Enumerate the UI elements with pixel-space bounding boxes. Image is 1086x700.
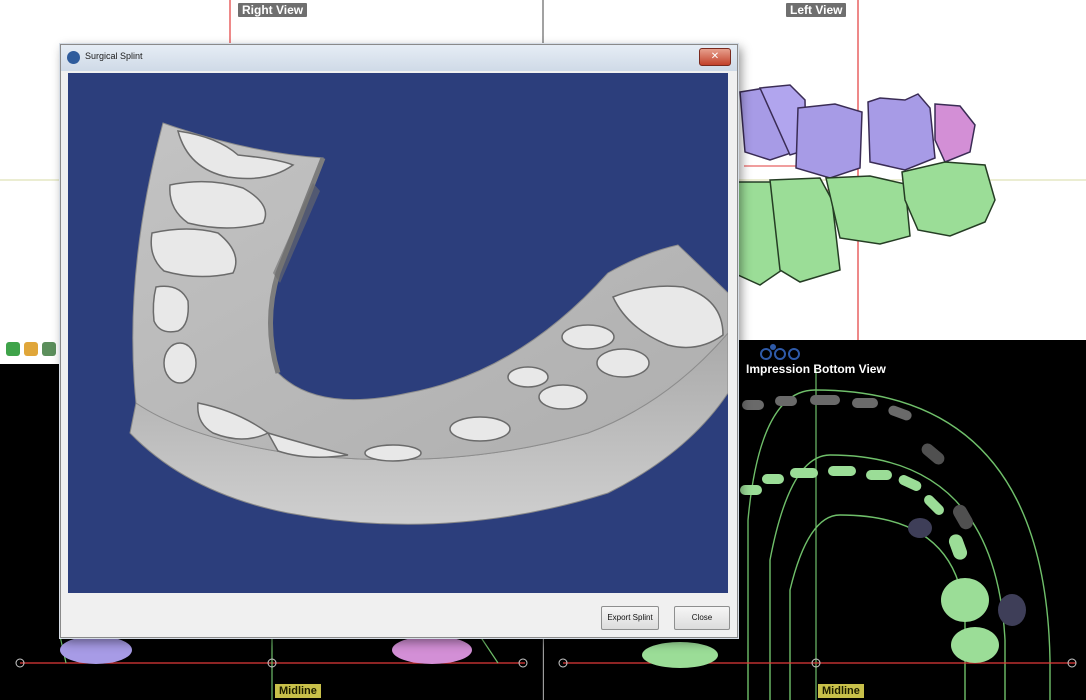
dialog-title-bar[interactable]: Surgical Splint ✕ <box>61 45 737 71</box>
splint-3d-model <box>129 122 728 525</box>
midline-label-right: Midline <box>818 684 864 698</box>
surgical-splint-dialog: Surgical Splint ✕ Export Splint Close <box>60 44 738 638</box>
window-close-button[interactable]: ✕ <box>699 48 731 66</box>
midline-label-left: Midline <box>275 684 321 698</box>
impression-bottom-view-label: Impression Bottom View <box>746 362 886 376</box>
zoom-out-icon[interactable] <box>24 342 38 356</box>
close-button[interactable]: Close <box>674 606 730 630</box>
fit-view-icon[interactable] <box>42 342 56 356</box>
splint-3d-viewport[interactable] <box>68 73 728 593</box>
view-mode-icon[interactable] <box>760 344 800 360</box>
dialog-title: Surgical Splint <box>85 51 143 61</box>
export-splint-button[interactable]: Export Splint <box>601 606 659 630</box>
surgical-splint-app-icon <box>67 51 80 64</box>
right-view-label: Right View <box>238 3 308 17</box>
left-view-label: Left View <box>786 3 847 17</box>
dialog-button-bar: Export Splint Close <box>68 595 730 630</box>
zoom-in-icon[interactable] <box>6 342 20 356</box>
